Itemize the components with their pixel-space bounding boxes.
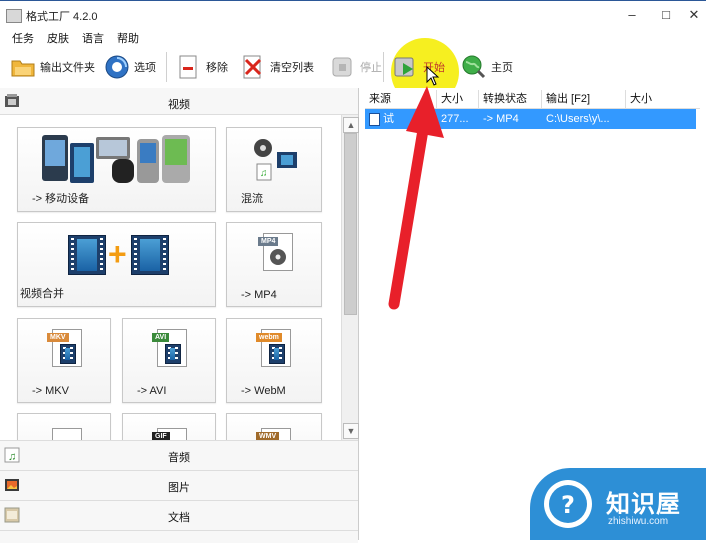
close-button[interactable]: ✕ [686,7,702,23]
tile-gif[interactable]: GIF [122,413,216,440]
column-output[interactable]: 输出 [F2] [542,90,626,108]
cell-output: C:\Users\y\... [546,113,610,125]
clear-list-icon [240,54,266,80]
file-icon [52,428,82,440]
tile-mux[interactable]: ♫ 混流 [226,127,322,212]
title-bar: 格式工厂 4.2.0 – □ ✕ [0,0,706,29]
tile-format[interactable] [17,413,111,440]
toolbar-separator [383,52,384,82]
category-audio[interactable]: ♫ 音频 [0,440,358,470]
tile-mkv[interactable]: MKV -> MKV [17,318,111,403]
tile-label: -> AVI [137,385,167,397]
category-more[interactable] [0,530,358,543]
scroll-down-icon[interactable]: ▼ [343,423,359,439]
menu-skin[interactable]: 皮肤 [47,30,69,46]
output-folder-label: 输出文件夹 [40,62,95,74]
mkv-file-icon: MKV [47,329,82,367]
stop-icon [330,54,356,80]
options-icon [104,54,130,80]
menu-language[interactable]: 语言 [82,30,104,46]
category-image[interactable]: 图片 [0,470,358,500]
options-label: 选项 [134,62,156,74]
stop-button[interactable]: 停止 [330,50,382,84]
menu-bar: 任务 皮肤 语言 帮助 [0,28,706,46]
tile-mobile-device[interactable]: -> 移动设备 [17,127,216,212]
list-header: 来源 大小 转换状态 输出 [F2] 大小 [365,90,700,109]
column-status[interactable]: 转换状态 [479,90,542,108]
table-row[interactable]: 试 277... -> MP4 C:\Users\y\... [365,109,696,129]
mobile-devices-icon [42,133,192,187]
tile-label: -> MP4 [241,289,277,301]
tile-video-join[interactable]: + 视频合并 [17,222,216,307]
column-source[interactable]: 来源 [365,90,437,108]
output-folder-button[interactable]: 输出文件夹 [10,50,95,84]
category-video-label: 视频 [168,99,190,111]
menu-task[interactable]: 任务 [12,30,34,46]
column-size[interactable]: 大小 [437,90,479,108]
options-button[interactable]: 选项 [104,50,156,84]
app-icon [6,9,22,23]
remove-label: 移除 [206,62,228,74]
wmv-file-icon: WMV [256,428,291,440]
globe-icon [461,54,487,80]
film-icon [131,235,169,275]
avi-file-icon: AVI [152,329,187,367]
webm-file-icon: webm [256,329,291,367]
clear-list-button[interactable]: 清空列表 [240,50,314,84]
toolbar: 输出文件夹 选项 移除 清空列表 停止 [0,46,706,89]
remove-icon [176,54,202,80]
plus-icon: + [108,236,127,272]
home-button[interactable]: 主页 [461,50,513,84]
minimize-button[interactable]: – [624,7,640,23]
tile-grid: -> 移动设备 ♫ 混流 + 视频合并 MP4 -> MP4 MKV -> MK… [0,115,340,440]
cell-size: 277... [441,113,469,125]
scroll-thumb[interactable] [344,133,357,315]
mux-icon: ♫ [251,138,301,182]
stop-label: 停止 [360,62,382,74]
tile-label: -> 移动设备 [32,193,90,205]
clear-list-label: 清空列表 [270,62,314,74]
start-icon [393,54,419,80]
svg-text:♫: ♫ [260,168,268,179]
remove-button[interactable]: 移除 [176,50,228,84]
category-document-label: 文档 [168,512,190,524]
vertical-scrollbar[interactable]: ▲ ▼ [341,115,359,440]
column-output-size[interactable]: 大小 [626,90,700,108]
tile-label: 混流 [241,193,263,205]
left-panel: 视频 -> 移动设备 ♫ 混流 + 视频合并 MP4 -> MP4 MKV ->… [0,88,359,543]
toolbar-separator [166,52,167,82]
category-audio-label: 音频 [168,452,190,464]
menu-help[interactable]: 帮助 [117,30,139,46]
category-video[interactable]: 视频 [0,88,358,115]
mp4-file-icon: MP4 [258,233,293,271]
tile-mp4[interactable]: MP4 -> MP4 [226,222,322,307]
tile-label: -> WebM [241,385,286,397]
tile-label: 视频合并 [20,288,64,300]
mouse-cursor-icon [426,65,440,89]
cell-status: -> MP4 [483,113,519,125]
file-icon [369,112,380,126]
maximize-button[interactable]: □ [658,7,674,23]
watermark-url: zhishiwu.com [608,516,669,527]
cell-source-text: 试 [383,113,394,125]
watermark-title: 知识屋 [606,491,681,518]
tile-webm[interactable]: webm -> WebM [226,318,322,403]
watermark: ? 知识屋 zhishiwu.com [530,468,706,540]
scroll-up-icon[interactable]: ▲ [343,117,359,133]
svg-text:?: ? [561,491,575,519]
tile-label: -> MKV [32,385,69,397]
film-icon [68,235,106,275]
window-title: 格式工厂 4.2.0 [26,11,98,23]
folder-icon [10,54,36,80]
home-label: 主页 [491,62,513,74]
tile-wmv[interactable]: WMV [226,413,322,440]
gif-file-icon: GIF [152,428,187,440]
cell-source: 试 [365,109,437,129]
tile-avi[interactable]: AVI -> AVI [122,318,216,403]
category-document[interactable]: 文档 [0,500,358,530]
category-image-label: 图片 [168,482,190,494]
